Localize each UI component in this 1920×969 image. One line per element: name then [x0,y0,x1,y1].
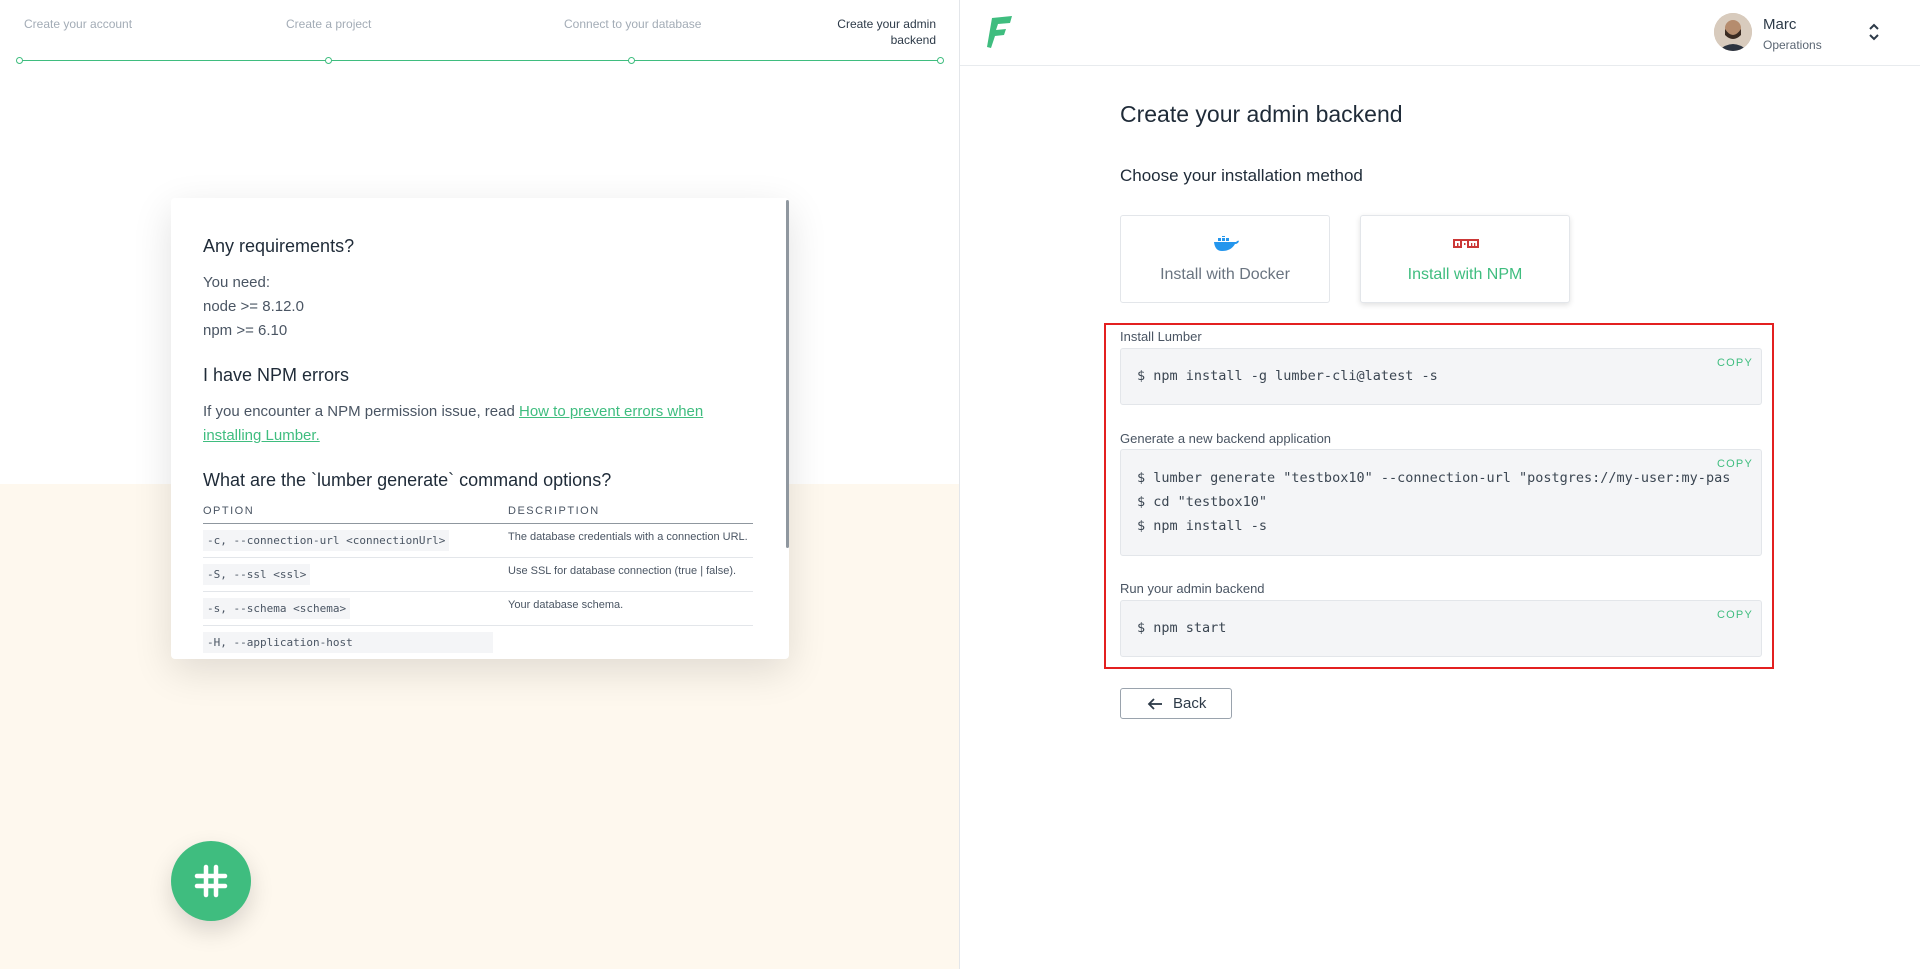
option-description: Your database schema. [508,591,753,626]
user-avatar[interactable] [1714,13,1752,51]
step-label-line1: Create your admin [837,17,936,31]
command-line: $ lumber generate "testbox10" --connecti… [1137,470,1731,486]
step-create-admin-backend: Create your admin backend [800,16,936,48]
install-docker-option[interactable]: Install with Docker [1120,215,1330,303]
slack-chat-button[interactable] [171,841,251,921]
chevron-up-down-icon[interactable] [1866,20,1882,44]
step-create-account: Create your account [24,17,133,31]
page-title: Create your admin backend [1120,101,1403,127]
npm-errors-heading: I have NPM errors [203,365,350,385]
requirements-intro: You need: [203,274,271,291]
generate-backend-command-box: COPY $ lumber generate "testbox10" --con… [1120,449,1762,556]
step-dot-2 [325,57,332,64]
user-role: Operations [1763,38,1822,52]
command-line: $ npm install -s [1137,518,1268,534]
run-backend-label: Run your admin backend [1120,581,1265,596]
command-line: $ cd "testbox10" [1137,494,1268,510]
step-dot-4 [937,57,944,64]
option-code: -H, --application-host [203,632,493,653]
option-column-header: OPTION [203,499,508,524]
docker-option-label: Install with Docker [1160,266,1290,283]
pane-divider [959,0,960,969]
slack-icon [194,864,228,898]
option-description: Use SSL for database connection (true | … [508,557,753,592]
option-code: -c, --connection-url <connectionUrl> [203,530,450,551]
requirement-node: node >= 8.12.0 [203,298,304,315]
user-name[interactable]: Marc [1763,16,1796,33]
install-lumber-label: Install Lumber [1120,329,1202,344]
progress-line [18,60,942,61]
requirement-npm: npm >= 6.10 [203,322,288,339]
option-description: The database credentials with a connecti… [508,523,753,558]
forest-logo-icon[interactable] [984,14,1016,50]
command-line: $ npm install -g lumber-cli@latest -s [1137,368,1438,384]
option-code: -S, --ssl <ssl> [203,564,311,585]
back-button[interactable]: Back [1120,688,1232,719]
avatar-icon [1714,13,1752,51]
options-heading: What are the `lumber generate` command o… [203,470,612,490]
back-label: Back [1173,695,1207,712]
left-pane: Create your account Create a project Con… [0,0,959,969]
onboarding-stepper: Create your account Create a project Con… [0,0,959,70]
arrow-left-icon [1147,698,1162,710]
docker-icon [1214,236,1239,251]
generate-backend-label: Generate a new backend application [1120,431,1332,446]
step-dot-3 [628,57,635,64]
step-connect-database: Connect to your database [564,17,702,31]
table-row: -s, --schema <schema> Your database sche… [203,591,753,626]
options-table: OPTION DESCRIPTION -c, --connection-url … [203,499,753,659]
npm-errors-text: If you encounter a NPM permission issue,… [203,400,753,448]
run-backend-command-box: COPY $ npm start [1120,600,1762,657]
npm-option-label: Install with NPM [1407,266,1523,283]
copy-install-command-button[interactable]: COPY [1717,357,1753,369]
install-lumber-command-box: COPY $ npm install -g lumber-cli@latest … [1120,348,1762,405]
table-row: -S, --ssl <ssl> Use SSL for database con… [203,557,753,592]
option-code: -s, --schema <schema> [203,598,351,619]
copy-run-command-button[interactable]: COPY [1717,609,1753,621]
command-line: $ npm start [1137,620,1227,636]
installation-method-heading: Choose your installation method [1120,166,1363,185]
copy-generate-command-button[interactable]: COPY [1717,458,1753,470]
step-label-line2: backend [890,33,936,47]
description-column-header: DESCRIPTION [508,499,753,524]
option-description [508,625,753,659]
requirements-heading: Any requirements? [203,236,355,256]
table-row: -c, --connection-url <connectionUrl> The… [203,523,753,558]
npm-errors-prefix: If you encounter a NPM permission issue,… [203,403,519,420]
step-dot-1 [16,57,23,64]
top-bar: Marc Operations [960,0,1920,66]
npm-icon [1453,239,1479,248]
help-card: Any requirements? You need: node >= 8.12… [171,198,789,659]
help-scrollbar[interactable] [786,200,789,548]
install-npm-option[interactable]: Install with NPM [1360,215,1570,303]
table-row: -H, --application-host [203,625,753,659]
step-create-project: Create a project [286,17,372,31]
